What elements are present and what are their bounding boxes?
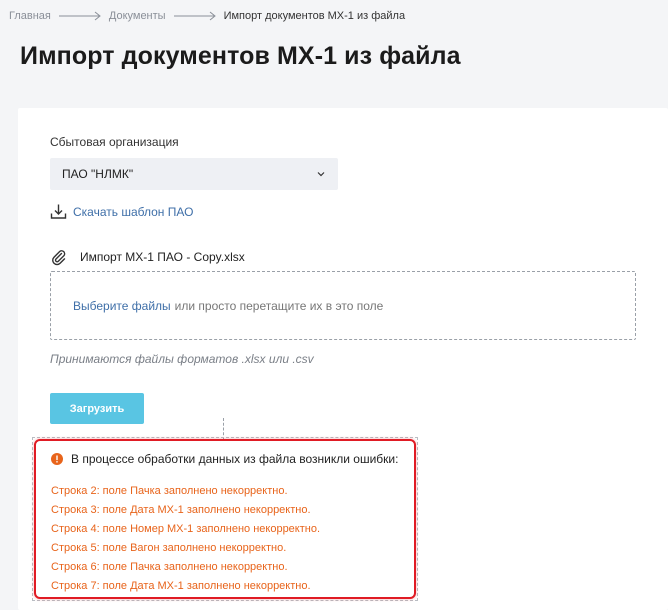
paperclip-icon — [52, 250, 66, 266]
error-header-text: В процессе обработки данных из файла воз… — [71, 452, 399, 466]
file-dropzone[interactable]: Выберите файлы или просто перетащите их … — [50, 271, 636, 340]
upload-button[interactable]: Загрузить — [50, 393, 144, 424]
org-select-value: ПАО "НЛМК" — [62, 167, 134, 181]
error-list: Строка 2: поле Пачка заполнено некоррект… — [51, 482, 320, 596]
arrow-right-icon — [58, 11, 101, 21]
error-item: Строка 3: поле Дата МХ-1 заполнено некор… — [51, 504, 311, 516]
error-item: Строка 6: поле Пачка заполнено некоррект… — [51, 561, 288, 573]
select-files-link[interactable]: Выберите файлы — [73, 299, 171, 313]
dropzone-hint: или просто перетащите их в это поле — [174, 298, 384, 313]
download-icon — [50, 204, 67, 219]
error-item: Строка 2: поле Пачка заполнено некоррект… — [51, 485, 288, 497]
error-item: Строка 5: поле Вагон заполнено некоррект… — [51, 542, 287, 554]
accepted-formats-hint: Принимаются файлы форматов .xlsx или .cs… — [50, 352, 314, 366]
download-template-link[interactable]: Скачать шаблон ПАО — [50, 203, 193, 220]
error-header: В процессе обработки данных из файла воз… — [51, 452, 398, 466]
org-label: Сбытовая организация — [50, 135, 179, 149]
breadcrumb-item-home[interactable]: Главная — [9, 10, 51, 22]
error-item: Строка 4: поле Номер МХ-1 заполнено неко… — [51, 523, 321, 535]
chevron-down-icon — [317, 172, 325, 177]
download-template-label: Скачать шаблон ПАО — [73, 204, 194, 219]
arrow-right-icon — [173, 11, 216, 21]
breadcrumb-current: Импорт документов МХ-1 из файла — [223, 10, 406, 22]
selected-file: Импорт МХ-1 ПАО - Copy.xlsx — [50, 248, 245, 266]
alert-circle-icon — [51, 453, 63, 465]
page-title: Импорт документов МХ-1 из файла — [20, 42, 461, 70]
breadcrumb: Главная Документы Импорт документов МХ-1… — [9, 10, 405, 22]
breadcrumb-item-documents[interactable]: Документы — [109, 10, 166, 22]
selected-file-name: Импорт МХ-1 ПАО - Copy.xlsx — [80, 250, 245, 264]
org-select[interactable]: ПАО "НЛМК" — [50, 158, 338, 190]
import-form-card: Сбытовая организация ПАО "НЛМК" Скачать … — [18, 108, 668, 610]
error-item: Строка 7: поле Дата МХ-1 заполнено некор… — [51, 580, 311, 592]
error-panel: В процессе обработки данных из файла воз… — [34, 439, 416, 599]
